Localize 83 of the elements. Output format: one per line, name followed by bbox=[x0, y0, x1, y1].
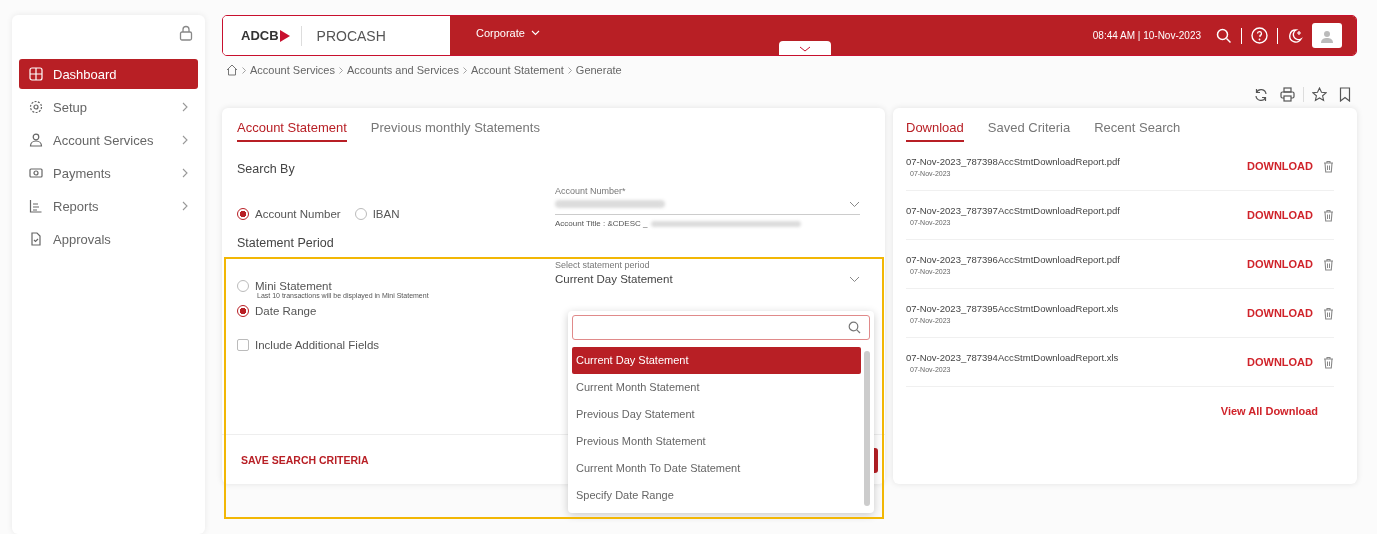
refresh-icon[interactable] bbox=[1254, 87, 1268, 102]
download-link[interactable]: DOWNLOAD bbox=[1247, 307, 1313, 319]
sidebar-item[interactable]: Payments bbox=[19, 158, 198, 188]
additional-fields-checkbox[interactable]: Include Additional Fields bbox=[237, 339, 380, 351]
trash-icon[interactable] bbox=[1323, 257, 1334, 271]
trash-icon[interactable] bbox=[1323, 208, 1334, 222]
file-name: 07-Nov-2023_787396AccStmtDownloadReport.pdf bbox=[906, 253, 1121, 265]
home-icon[interactable] bbox=[226, 64, 238, 76]
download-link[interactable]: DOWNLOAD bbox=[1247, 356, 1313, 368]
chevron-down-icon bbox=[849, 275, 860, 283]
menu-icon bbox=[29, 67, 43, 81]
sidebar-item[interactable]: Account Services bbox=[19, 125, 198, 155]
menu-icon bbox=[29, 133, 43, 147]
chevron-down-icon bbox=[530, 29, 540, 36]
corporate-menu[interactable]: Corporate bbox=[464, 26, 540, 39]
field-label: Account Number* bbox=[555, 186, 627, 196]
print-icon[interactable] bbox=[1280, 87, 1295, 102]
logo[interactable]: ADCB bbox=[241, 28, 279, 43]
search-icon bbox=[848, 321, 861, 334]
chevron-right-icon bbox=[462, 66, 467, 74]
logo-icon bbox=[279, 29, 290, 42]
help-icon[interactable] bbox=[1251, 27, 1268, 44]
downloads-tab[interactable]: Saved Criteria bbox=[987, 120, 1071, 142]
collapse-tab[interactable] bbox=[778, 41, 831, 55]
download-link[interactable]: DOWNLOAD bbox=[1247, 258, 1313, 270]
chevron-down-icon bbox=[849, 200, 860, 208]
trash-icon[interactable] bbox=[1323, 355, 1334, 369]
downloads-tab[interactable]: Recent Search bbox=[1094, 120, 1181, 142]
dropdown-option[interactable]: Current Day Statement bbox=[572, 347, 861, 374]
dropdown-option[interactable]: Specify Date Range bbox=[572, 482, 861, 509]
avatar-button[interactable] bbox=[1312, 23, 1342, 48]
dropdown-search-field[interactable] bbox=[572, 315, 870, 340]
section-title: Statement Period bbox=[237, 236, 335, 250]
chevron-right-icon bbox=[567, 66, 572, 74]
dropdown-option[interactable]: Current Month To Date Statement bbox=[572, 455, 861, 482]
date-time: 08:44 AM | 10-Nov-2023 bbox=[1092, 30, 1201, 41]
star-icon[interactable] bbox=[1312, 87, 1327, 102]
current-page-label: Generate bbox=[575, 64, 622, 76]
breadcrumb-link[interactable]: Account Statement bbox=[470, 64, 564, 76]
field-label: Select statement period bbox=[555, 260, 651, 270]
breadcrumb-link[interactable]: Account Services bbox=[250, 64, 335, 76]
trash-icon[interactable] bbox=[1323, 306, 1334, 320]
lock-icon[interactable] bbox=[179, 25, 193, 41]
file-name: 07-Nov-2023_787397AccStmtDownloadReport.pdf bbox=[906, 204, 1121, 216]
statement-tab[interactable]: Account Statement bbox=[237, 120, 347, 142]
save-criteria-link[interactable]: SAVE SEARCH CRITERIA bbox=[241, 454, 369, 466]
chevron-right-icon bbox=[242, 66, 246, 74]
menu-icon bbox=[29, 100, 43, 114]
sidebar-item[interactable]: Dashboard bbox=[19, 59, 198, 89]
radio-option[interactable]: Account Number bbox=[237, 208, 341, 220]
dropdown-option[interactable]: Current Month Statement bbox=[572, 374, 861, 401]
menu-icon bbox=[29, 166, 43, 180]
radio-option[interactable]: IBAN bbox=[354, 208, 400, 220]
chevron-right-icon bbox=[339, 66, 343, 74]
bookmark-icon[interactable] bbox=[1339, 87, 1351, 102]
search-icon[interactable] bbox=[1216, 27, 1232, 44]
file-name: 07-Nov-2023_787398AccStmtDownloadReport.pdf bbox=[906, 155, 1121, 167]
radio-option[interactable]: Mini Statement bbox=[237, 280, 429, 292]
statement-tab[interactable]: Previous monthly Statements bbox=[370, 120, 540, 142]
section-title: Search By bbox=[237, 162, 296, 176]
scrollbar[interactable] bbox=[864, 351, 870, 506]
dropdown-option[interactable]: Previous Day Statement bbox=[572, 401, 861, 428]
sidebar-item[interactable]: Reports bbox=[19, 191, 198, 221]
view-all-link[interactable]: View All Download bbox=[1220, 405, 1318, 417]
trash-icon[interactable] bbox=[1323, 159, 1334, 173]
product-name: PROCASH bbox=[316, 27, 386, 44]
person-icon bbox=[1320, 28, 1334, 43]
menu-icon bbox=[29, 199, 43, 213]
radio-option[interactable]: Date Range bbox=[237, 305, 317, 317]
chevron-down-icon bbox=[798, 46, 811, 52]
period-select[interactable]: Current Day Statement bbox=[555, 270, 860, 291]
download-link[interactable]: DOWNLOAD bbox=[1247, 160, 1313, 172]
file-name: 07-Nov-2023_787394AccStmtDownloadReport.xls bbox=[906, 351, 1120, 363]
file-name: 07-Nov-2023_787395AccStmtDownloadReport.xls bbox=[906, 302, 1120, 314]
dropdown-option[interactable]: Previous Month Statement bbox=[572, 428, 861, 455]
moon-icon[interactable] bbox=[1287, 27, 1303, 44]
downloads-tab[interactable]: Download bbox=[906, 120, 964, 142]
download-link[interactable]: DOWNLOAD bbox=[1247, 209, 1313, 221]
menu-icon bbox=[29, 232, 43, 246]
sidebar-item[interactable]: Approvals bbox=[19, 224, 198, 254]
account-title: Account Title : &CDESC _ bbox=[555, 219, 648, 228]
sidebar-item[interactable]: Setup bbox=[19, 92, 198, 122]
breadcrumb-link[interactable]: Accounts and Services bbox=[347, 64, 459, 76]
